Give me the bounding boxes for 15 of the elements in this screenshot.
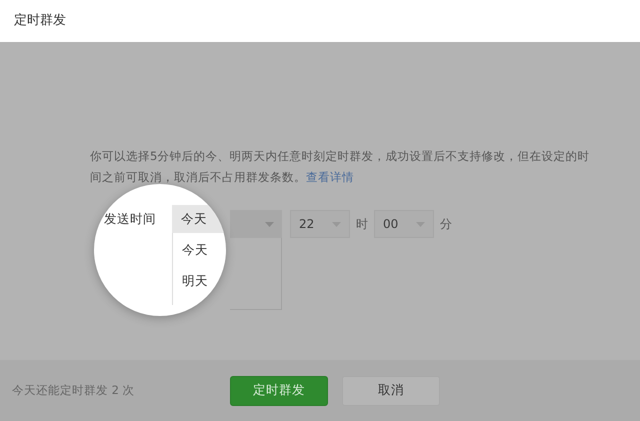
notice-text: 你可以选择5分钟后的今、明两天内任意时刻定时群发，成功设置后不支持修改，但在设定的时间之前可取消，取消后不占用群发条数。查看详情 [90, 148, 590, 186]
field-label: 发送时间 [104, 210, 156, 228]
minute-select[interactable]: 00 [374, 210, 434, 238]
schedule-button[interactable]: 定时群发 [230, 376, 328, 406]
cancel-button[interactable]: 取消 [342, 376, 440, 406]
window-title: 定时群发 [14, 12, 66, 30]
hour-unit: 时 [356, 216, 368, 233]
day-select[interactable] [230, 210, 282, 238]
caret-icon [265, 222, 274, 226]
day-select-value[interactable]: 今天 [172, 205, 226, 233]
remaining-count: 今天还能定时群发 2 次 [12, 382, 136, 399]
dropdown-option[interactable]: 今天 [182, 241, 226, 260]
dropdown-option[interactable]: 明天 [182, 272, 226, 290]
hour-select[interactable]: 22 [290, 210, 350, 238]
minute-unit: 分 [440, 216, 452, 233]
